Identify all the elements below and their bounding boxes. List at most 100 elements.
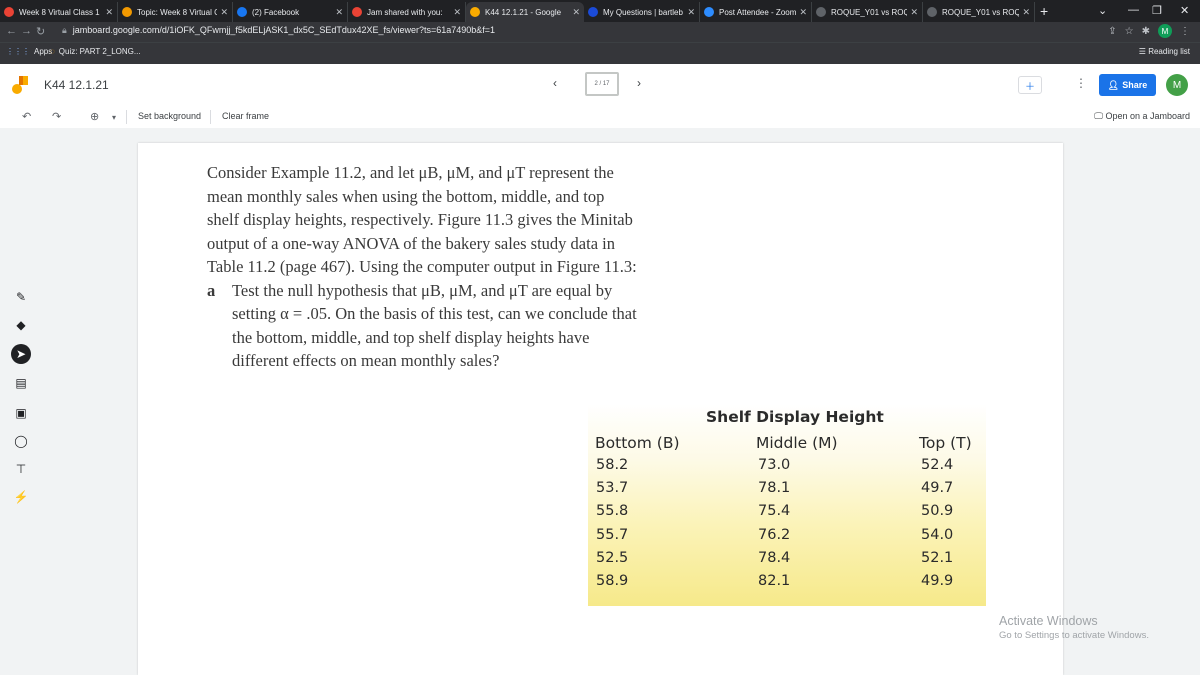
problem-part-a: a Test the null hypothesis that μB, μM, … bbox=[207, 279, 637, 373]
profile-avatar[interactable]: M bbox=[1158, 24, 1172, 38]
clear-frame-button[interactable]: Clear frame bbox=[222, 111, 269, 121]
table-cell: 73.0 bbox=[758, 457, 791, 473]
frame-indicator[interactable]: 2 / 17 bbox=[585, 72, 619, 96]
part-label: a bbox=[207, 280, 216, 300]
table-cell: 52.1 bbox=[921, 549, 954, 566]
table-cell: 53.7 bbox=[596, 480, 629, 497]
pen-tool-icon[interactable]: ✎ bbox=[12, 288, 30, 306]
tab-label: ROQUE_Y01 vs ROQUE bbox=[942, 7, 1019, 17]
set-background-button[interactable]: Set background bbox=[138, 111, 201, 121]
new-tab-button[interactable]: + bbox=[1040, 3, 1048, 19]
sticky-note-tool-icon[interactable]: ▤ bbox=[12, 374, 30, 392]
bookmark-quiz[interactable]: ◌ Quiz: PART 2_LONG... bbox=[50, 47, 141, 56]
zoom-icon[interactable]: ⊕ bbox=[90, 110, 99, 123]
browser-tab[interactable]: Post Attendee - Zoom ✕ bbox=[700, 2, 812, 22]
browser-menu-icon[interactable]: ⋮ bbox=[1180, 26, 1190, 37]
more-options-icon[interactable]: ⋮ bbox=[1075, 76, 1087, 90]
open-on-jamboard-button[interactable]: 🖵︎ Open on a Jamboard bbox=[1094, 111, 1190, 122]
tab-label: My Questions | bartleb bbox=[603, 7, 683, 17]
loading-icon: ◌ bbox=[50, 47, 55, 56]
minimize-button[interactable]: — bbox=[1128, 4, 1139, 16]
browser-tab[interactable]: ROQUE_Y01 vs ROQUE✕ bbox=[923, 2, 1035, 22]
tab-search-icon[interactable]: ⌄ bbox=[1098, 4, 1107, 17]
bookmark-apps[interactable]: ⋮⋮⋮ Apps bbox=[6, 47, 52, 56]
jamboard-logo-icon[interactable] bbox=[12, 76, 28, 94]
table-cell: 78.4 bbox=[758, 549, 791, 566]
tab-label: ROQUE_Y01 vs ROQUE bbox=[831, 7, 907, 17]
table-cell: 78.1 bbox=[758, 480, 791, 497]
reload-icon[interactable]: ↻ bbox=[36, 25, 45, 38]
share-page-icon[interactable]: ⇪ bbox=[1108, 26, 1116, 37]
table-cell: 49.9 bbox=[921, 573, 954, 589]
address-bar-row: ← → ↻ 🔒︎ jamboard.google.com/d/1iOFK_QFwm… bbox=[0, 22, 1200, 42]
reading-list-button[interactable]: ☰ Reading list bbox=[1139, 47, 1190, 56]
device-icon: 🖵︎ bbox=[1094, 111, 1103, 121]
table-cell: 75.4 bbox=[758, 503, 791, 520]
previous-frame-button[interactable]: ‹ bbox=[553, 76, 557, 90]
tab-close-icon[interactable]: ✕ bbox=[453, 7, 461, 18]
tab-close-icon[interactable]: ✕ bbox=[687, 7, 695, 18]
bookmark-star-icon[interactable]: ☆ bbox=[1125, 26, 1134, 37]
eraser-tool-icon[interactable]: ◆ bbox=[12, 316, 30, 334]
zoom-dropdown-icon[interactable]: ▾ bbox=[112, 113, 116, 122]
url-field[interactable]: 🔒︎ jamboard.google.com/d/1iOFK_QFwmjj_f5k… bbox=[62, 25, 495, 36]
text-box-tool-icon[interactable]: ⊤ bbox=[12, 460, 30, 478]
table-cell: 52.4 bbox=[921, 457, 954, 473]
bartleby-icon bbox=[588, 7, 598, 17]
part-question: Test the null hypothesis that μB, μM, an… bbox=[232, 280, 637, 371]
column-header-bottom: Bottom (B) bbox=[595, 434, 680, 452]
undo-icon[interactable]: ↶ bbox=[22, 110, 31, 123]
shelf-display-table: Shelf Display Height Bottom (B) Middle (… bbox=[588, 404, 986, 606]
browser-tab[interactable]: (2) Facebook ✕ bbox=[233, 2, 348, 22]
share-label: Share bbox=[1122, 80, 1148, 90]
image-tool-icon[interactable]: ▣ bbox=[12, 404, 30, 422]
loading-icon bbox=[122, 7, 132, 17]
share-button[interactable]: 👤︎ Share bbox=[1099, 74, 1156, 96]
jam-title[interactable]: K44 12.1.21 bbox=[44, 78, 109, 92]
table-cell: 58.9 bbox=[596, 573, 629, 589]
browser-tab[interactable]: Week 8 Virtual Class 1 ✕ bbox=[0, 2, 118, 22]
tab-close-icon[interactable]: ✕ bbox=[1022, 7, 1030, 18]
tab-label: Jam shared with you: bbox=[367, 7, 443, 17]
lock-icon: 🔒︎ bbox=[62, 25, 67, 35]
table-cell: 54.0 bbox=[921, 526, 954, 543]
restore-button[interactable]: ❐ bbox=[1152, 4, 1162, 17]
tab-label: Topic: Week 8 Virtual C bbox=[137, 7, 218, 17]
browser-tab[interactable]: ROQUE_Y01 vs ROQUE✕ bbox=[812, 2, 923, 22]
reading-list-icon: ☰ bbox=[1138, 47, 1146, 56]
table-cell: 55.7 bbox=[596, 526, 629, 543]
table-cell: 50.9 bbox=[921, 503, 954, 520]
user-avatar[interactable]: M bbox=[1166, 74, 1188, 96]
browser-tab[interactable]: Topic: Week 8 Virtual C ✕ bbox=[118, 2, 233, 22]
select-tool-icon[interactable]: ➤ bbox=[11, 344, 31, 364]
browser-tab[interactable]: K44 12.1.21 - Google ✕ bbox=[466, 2, 584, 22]
back-arrow-icon[interactable]: ← bbox=[6, 25, 17, 37]
tab-close-icon[interactable]: ✕ bbox=[572, 7, 580, 18]
laser-tool-icon[interactable]: ⚡ bbox=[12, 488, 30, 506]
tool-rail: ✎ ◆ ➤ ▤ ▣ ◯ ⊤ ⚡ bbox=[0, 128, 42, 675]
table-caption: Shelf Display Height bbox=[706, 408, 884, 426]
circle-tool-icon[interactable]: ◯ bbox=[12, 432, 30, 450]
activate-windows-watermark: Activate Windows Go to Settings to activ… bbox=[999, 614, 1149, 641]
jamboard-toolbar: ↶ ↷ ⊕ ▾ Set background Clear frame 🖵︎ Op… bbox=[0, 106, 1200, 128]
tab-close-icon[interactable]: ✕ bbox=[220, 7, 228, 18]
tab-close-icon[interactable]: ✕ bbox=[799, 7, 807, 18]
column-header-top: Top (T) bbox=[919, 434, 972, 452]
forward-arrow-icon[interactable]: → bbox=[21, 25, 32, 37]
tab-close-icon[interactable]: ✕ bbox=[910, 7, 918, 18]
tab-label: K44 12.1.21 - Google bbox=[485, 7, 562, 17]
tab-close-icon[interactable]: ✕ bbox=[335, 7, 343, 18]
close-window-button[interactable]: ✕ bbox=[1180, 4, 1189, 17]
redo-icon[interactable]: ↷ bbox=[52, 110, 61, 123]
toolbar-divider bbox=[126, 110, 127, 124]
tab-label: Week 8 Virtual Class 1 bbox=[19, 7, 100, 17]
extensions-puzzle-icon[interactable]: ✱ bbox=[1142, 26, 1150, 37]
next-frame-button[interactable]: › bbox=[637, 76, 641, 90]
tab-label: (2) Facebook bbox=[252, 7, 300, 17]
tab-close-icon[interactable]: ✕ bbox=[105, 7, 113, 18]
browser-tab[interactable]: Jam shared with you: ✕ bbox=[348, 2, 466, 22]
add-frame-button[interactable]: ＋ bbox=[1018, 76, 1042, 94]
problem-text-block: Consider Example 11.2, and let μB, μM, a… bbox=[207, 161, 637, 373]
browser-tab[interactable]: My Questions | bartleb ✕ bbox=[584, 2, 700, 22]
watermark-subtitle: Go to Settings to activate Windows. bbox=[999, 630, 1149, 641]
